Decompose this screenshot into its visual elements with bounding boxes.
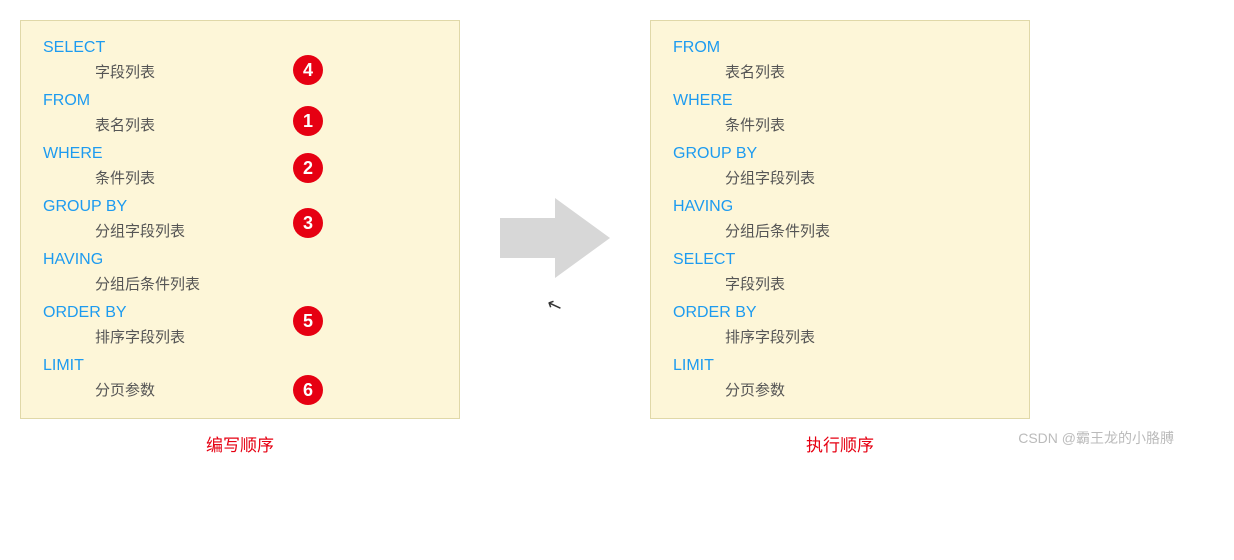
r-block-orderby: ORDER BY 排序字段列表 xyxy=(673,304,1007,347)
desc-groupby: 分组字段列表 xyxy=(95,220,437,241)
keyword-from: FROM xyxy=(43,92,437,110)
block-where: WHERE 条件列表 2 xyxy=(43,145,437,188)
keyword-select: SELECT xyxy=(43,39,437,57)
r-desc-where: 条件列表 xyxy=(725,114,1007,135)
r-keyword-where: WHERE xyxy=(673,92,1007,110)
badge-2: 2 xyxy=(293,153,323,183)
keyword-orderby: ORDER BY xyxy=(43,304,437,322)
r-block-limit: LIMIT 分页参数 xyxy=(673,357,1007,400)
left-column: SELECT 字段列表 4 FROM 表名列表 1 WHERE 条件列表 2 G… xyxy=(20,20,460,456)
r-desc-having: 分组后条件列表 xyxy=(725,220,1007,241)
arrow-wrap: ↖ xyxy=(500,193,610,283)
desc-where: 条件列表 xyxy=(95,167,437,188)
badge-1: 1 xyxy=(293,106,323,136)
watermark-text: CSDN @霸王龙的小胳膊 xyxy=(1018,428,1174,448)
r-keyword-limit: LIMIT xyxy=(673,357,1007,375)
keyword-where: WHERE xyxy=(43,145,437,163)
cursor-icon: ↖ xyxy=(544,293,565,318)
block-having: HAVING 分组后条件列表 xyxy=(43,251,437,294)
block-select: SELECT 字段列表 4 xyxy=(43,39,437,82)
desc-orderby: 排序字段列表 xyxy=(95,326,437,347)
r-desc-from: 表名列表 xyxy=(725,61,1007,82)
keyword-limit: LIMIT xyxy=(43,357,437,375)
r-keyword-groupby: GROUP BY xyxy=(673,145,1007,163)
keyword-groupby: GROUP BY xyxy=(43,198,437,216)
diagram-root: SELECT 字段列表 4 FROM 表名列表 1 WHERE 条件列表 2 G… xyxy=(20,20,1214,456)
r-desc-select: 字段列表 xyxy=(725,273,1007,294)
r-desc-orderby: 排序字段列表 xyxy=(725,326,1007,347)
r-block-groupby: GROUP BY 分组字段列表 xyxy=(673,145,1007,188)
keyword-having: HAVING xyxy=(43,251,437,269)
right-column: FROM 表名列表 WHERE 条件列表 GROUP BY 分组字段列表 HAV… xyxy=(650,20,1030,456)
right-panel: FROM 表名列表 WHERE 条件列表 GROUP BY 分组字段列表 HAV… xyxy=(650,20,1030,419)
arrow-right-icon xyxy=(500,193,610,283)
desc-from: 表名列表 xyxy=(95,114,437,135)
r-desc-groupby: 分组字段列表 xyxy=(725,167,1007,188)
r-keyword-orderby: ORDER BY xyxy=(673,304,1007,322)
r-block-select: SELECT 字段列表 xyxy=(673,251,1007,294)
r-keyword-from: FROM xyxy=(673,39,1007,57)
desc-having: 分组后条件列表 xyxy=(95,273,437,294)
block-orderby: ORDER BY 排序字段列表 5 xyxy=(43,304,437,347)
r-block-where: WHERE 条件列表 xyxy=(673,92,1007,135)
columns: SELECT 字段列表 4 FROM 表名列表 1 WHERE 条件列表 2 G… xyxy=(20,20,1214,456)
left-caption: 编写顺序 xyxy=(20,431,460,456)
block-groupby: GROUP BY 分组字段列表 3 xyxy=(43,198,437,241)
block-from: FROM 表名列表 1 xyxy=(43,92,437,135)
block-limit: LIMIT 分页参数 6 xyxy=(43,357,437,400)
left-panel: SELECT 字段列表 4 FROM 表名列表 1 WHERE 条件列表 2 G… xyxy=(20,20,460,419)
badge-3: 3 xyxy=(293,208,323,238)
r-block-from: FROM 表名列表 xyxy=(673,39,1007,82)
r-desc-limit: 分页参数 xyxy=(725,379,1007,400)
r-block-having: HAVING 分组后条件列表 xyxy=(673,198,1007,241)
r-keyword-having: HAVING xyxy=(673,198,1007,216)
badge-5: 5 xyxy=(293,306,323,336)
badge-4: 4 xyxy=(293,55,323,85)
r-keyword-select: SELECT xyxy=(673,251,1007,269)
desc-select: 字段列表 xyxy=(95,61,437,82)
desc-limit: 分页参数 xyxy=(95,379,437,400)
badge-6: 6 xyxy=(293,375,323,405)
right-caption: 执行顺序 xyxy=(650,431,1030,456)
